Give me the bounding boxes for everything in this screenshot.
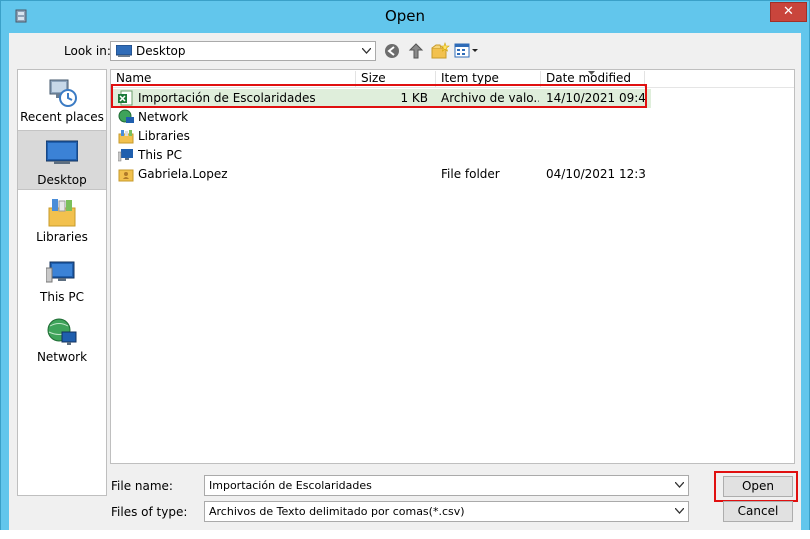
libraries-icon — [118, 128, 134, 144]
dialog-body: Look in: Desktop Recent places Desktop L… — [9, 33, 801, 531]
network-icon — [46, 316, 78, 348]
this-pc-icon — [117, 147, 134, 163]
place-label: Network — [36, 350, 88, 364]
close-icon: ✕ — [783, 4, 794, 19]
file-date: 04/10/2021 12:3... — [546, 167, 646, 181]
user-folder-icon — [118, 166, 134, 182]
look-in-dropdown[interactable]: Desktop — [110, 41, 376, 61]
place-this-pc[interactable]: This PC — [18, 252, 106, 310]
view-menu-icon[interactable] — [454, 42, 480, 60]
network-icon — [118, 109, 134, 125]
place-label: Desktop — [37, 173, 87, 187]
open-dialog-window: Open ✕ Look in: Desktop Recent places De… — [0, 0, 810, 539]
place-label: Libraries — [36, 230, 88, 244]
new-folder-icon[interactable] — [430, 42, 450, 60]
chevron-down-icon[interactable] — [671, 476, 688, 495]
file-row[interactable]: Network — [111, 108, 651, 127]
file-name: Network — [138, 110, 189, 124]
chevron-down-icon[interactable] — [671, 502, 688, 521]
place-network[interactable]: Network — [18, 312, 106, 370]
place-desktop[interactable]: Desktop — [18, 130, 106, 190]
file-name: Libraries — [138, 129, 190, 143]
title-bar[interactable]: Open ✕ — [1, 1, 809, 33]
file-name: Gabriela.Lopez — [138, 167, 228, 181]
file-name-field[interactable]: Importación de Escolaridades — [204, 475, 689, 496]
libraries-icon — [46, 196, 78, 228]
up-folder-icon[interactable] — [407, 42, 427, 60]
recent-places-icon — [46, 76, 78, 108]
sort-arrow-icon — [588, 71, 595, 75]
file-name-label: File name: — [111, 479, 173, 493]
window-title: Open — [384, 7, 426, 25]
file-row[interactable]: This PC — [111, 146, 651, 165]
files-of-type-value: Archivos de Texto delimitado por comas(*… — [209, 505, 465, 518]
place-label: This PC — [40, 290, 84, 304]
look-in-value: Desktop — [136, 44, 186, 58]
close-button[interactable]: ✕ — [770, 2, 807, 22]
desktop-icon — [45, 137, 79, 169]
back-icon[interactable] — [383, 42, 403, 60]
file-row[interactable]: Libraries — [111, 127, 651, 146]
this-pc-icon — [45, 256, 78, 288]
chevron-down-icon[interactable] — [358, 42, 375, 60]
desktop-icon — [115, 44, 133, 60]
places-bar: Recent places Desktop Libraries This PC — [17, 69, 107, 496]
place-label: Recent places — [20, 110, 104, 124]
cancel-button[interactable]: Cancel — [723, 501, 793, 522]
file-list[interactable]: Name Size Item type Date modified Import… — [110, 69, 795, 464]
files-of-type-label: Files of type: — [111, 505, 188, 519]
highlight-box-open — [714, 471, 798, 502]
files-of-type-dropdown[interactable]: Archivos de Texto delimitado por comas(*… — [204, 501, 689, 522]
file-type: File folder — [441, 167, 500, 181]
highlight-box-file — [111, 84, 647, 108]
place-recent-places[interactable]: Recent places — [18, 72, 106, 130]
background-strip — [0, 530, 810, 539]
file-name-value: Importación de Escolaridades — [209, 479, 372, 492]
place-libraries[interactable]: Libraries — [18, 192, 106, 250]
file-name: This PC — [138, 148, 182, 162]
file-row[interactable]: Gabriela.Lopez File folder 04/10/2021 12… — [111, 165, 651, 184]
look-in-label: Look in: — [64, 44, 111, 58]
